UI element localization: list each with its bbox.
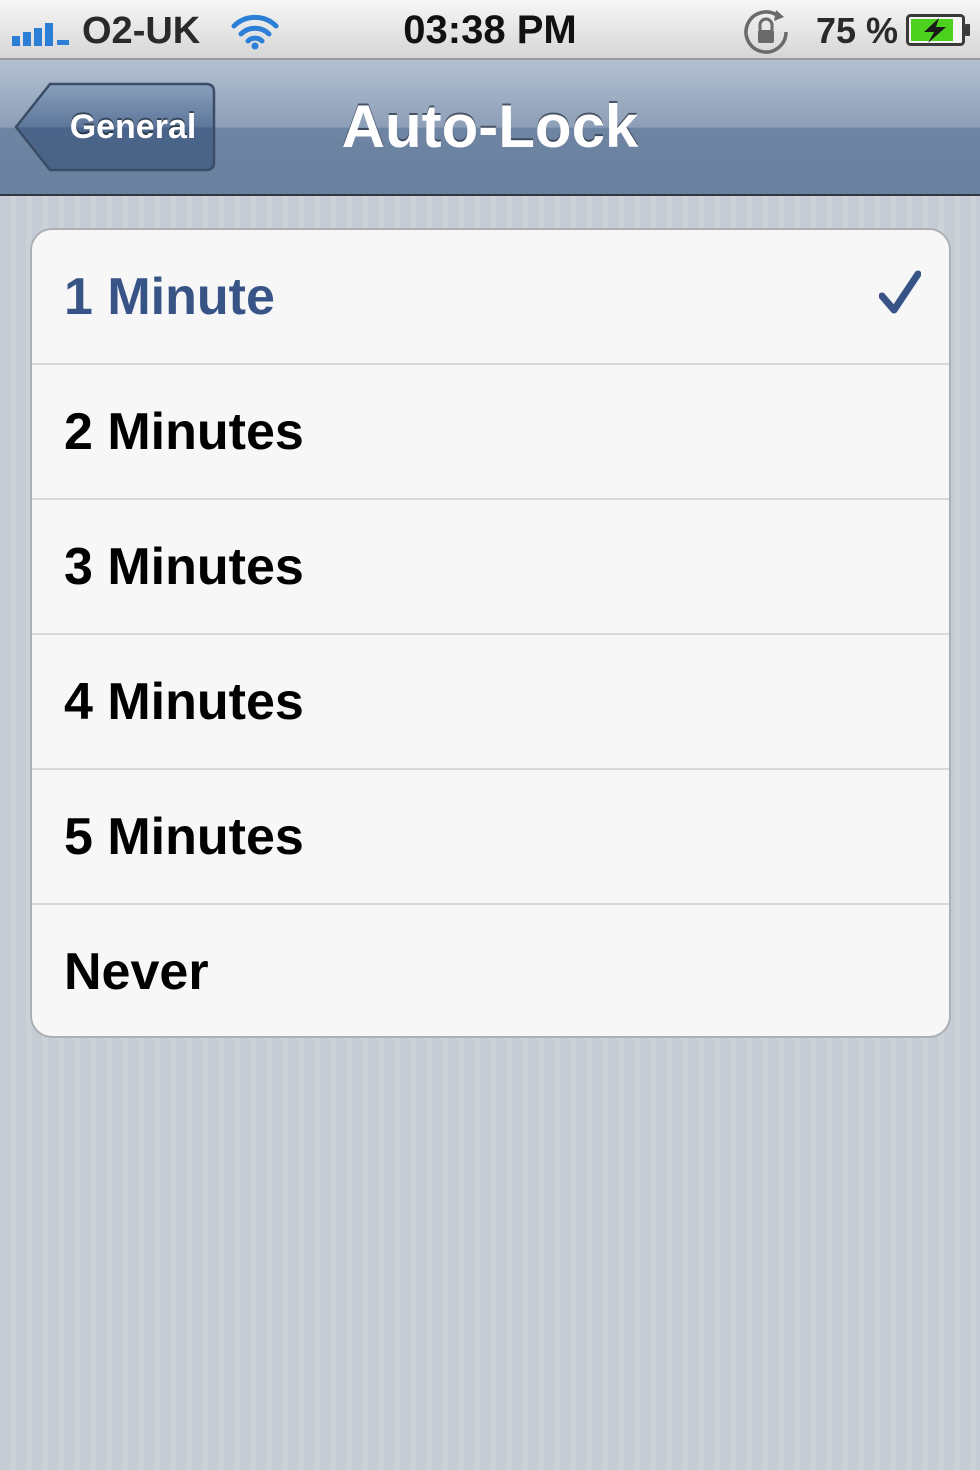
option-row-3-minutes[interactable]: 3 Minutes — [32, 500, 949, 635]
option-row-1-minute[interactable]: 1 Minute — [32, 230, 949, 365]
option-label: 5 Minutes — [64, 808, 304, 866]
orientation-lock-icon — [744, 10, 788, 54]
page-title: Auto-Lock — [341, 93, 639, 160]
signal-bars-icon — [12, 23, 69, 46]
option-label: Never — [64, 943, 209, 1001]
option-label: 4 Minutes — [64, 673, 304, 731]
wifi-icon — [231, 14, 279, 50]
status-bar: O2-UK 03:38 PM 75 % — [0, 0, 980, 60]
option-row-never[interactable]: Never — [32, 905, 949, 1036]
option-row-2-minutes[interactable]: 2 Minutes — [32, 365, 949, 500]
battery-charging-icon — [906, 14, 970, 46]
option-label: 2 Minutes — [64, 403, 304, 461]
option-label: 1 Minute — [64, 268, 275, 326]
back-button-label: General — [69, 108, 197, 146]
carrier-name: O2-UK — [82, 10, 201, 52]
checkmark-icon — [879, 270, 921, 314]
navigation-bar: General Auto-Lock — [0, 60, 980, 196]
auto-lock-options-list: 1 Minute 2 Minutes 3 Minutes 4 Minutes 5… — [30, 228, 951, 1038]
option-row-4-minutes[interactable]: 4 Minutes — [32, 635, 949, 770]
battery-percentage: 75 % — [816, 10, 899, 51]
option-row-5-minutes[interactable]: 5 Minutes — [32, 770, 949, 905]
option-label: 3 Minutes — [64, 538, 304, 596]
status-time: 03:38 PM — [403, 8, 577, 52]
back-button-general[interactable]: General — [14, 82, 216, 172]
